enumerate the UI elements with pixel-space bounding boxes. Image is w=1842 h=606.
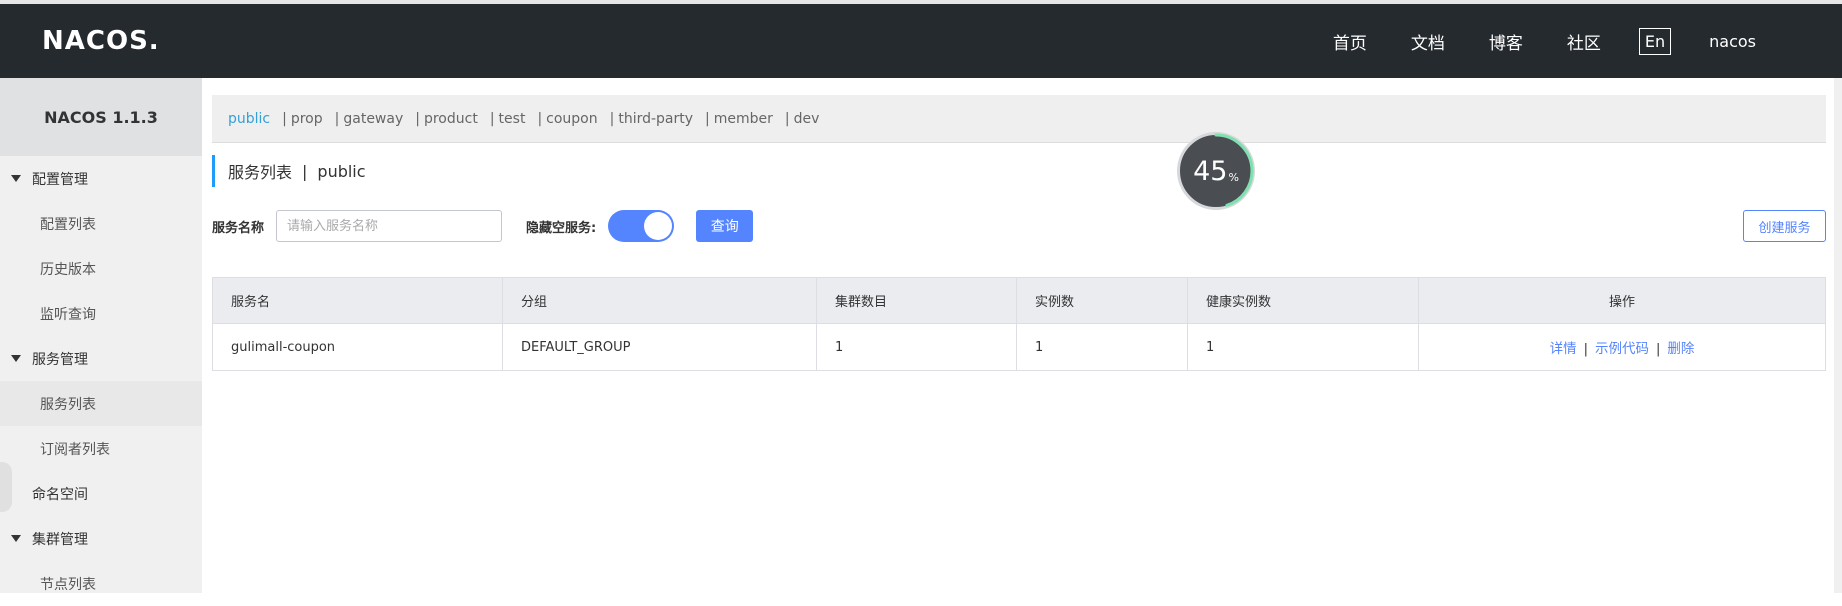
namespace-third-party[interactable]: third-party: [618, 111, 693, 127]
page-title-text: 服务列表: [228, 163, 293, 182]
cell-instances: 1: [1016, 323, 1188, 371]
delete-link[interactable]: 删除: [1667, 341, 1694, 357]
cell-clusters: 1: [816, 323, 1017, 371]
namespace-separator: |: [282, 110, 287, 127]
sidebar-collapse-handle[interactable]: [0, 462, 12, 512]
nacos-logo[interactable]: NACOS.: [42, 26, 160, 56]
progress-unit: %: [1228, 170, 1239, 184]
sidebar-item-node-list[interactable]: 节点列表: [0, 561, 202, 606]
language-toggle[interactable]: En: [1638, 27, 1672, 55]
user-menu[interactable]: nacos: [1709, 32, 1756, 51]
nav-home[interactable]: 首页: [1333, 29, 1367, 54]
namespace-separator: |: [705, 110, 710, 127]
sidebar-item-listener-query[interactable]: 监听查询: [0, 291, 202, 336]
search-bar: 服务名称 隐藏空服务: 查询 创建服务: [212, 210, 1826, 242]
page-title: 服务列表 | public: [212, 155, 366, 187]
namespace-prop[interactable]: prop: [291, 111, 323, 127]
namespace-gateway[interactable]: gateway: [343, 111, 403, 127]
progress-ring-widget[interactable]: 45 %: [1177, 132, 1255, 210]
progress-value: 45: [1193, 155, 1228, 187]
op-separator: |: [1656, 342, 1661, 357]
service-name-label: 服务名称: [212, 220, 265, 236]
namespace-separator: |: [609, 110, 615, 127]
sidebar: NACOS 1.1.3 配置管理 配置列表 历史版本 监听查询 服务管理 服务列…: [0, 78, 202, 593]
namespace-product[interactable]: product: [424, 111, 478, 127]
sidebar-group-label: 集群管理: [32, 531, 88, 548]
caret-down-icon: [11, 355, 21, 362]
detail-link[interactable]: 详情: [1550, 341, 1577, 357]
caret-down-icon: [11, 175, 21, 182]
col-group: 分组: [502, 277, 817, 324]
table-row: gulimall-coupon DEFAULT_GROUP 1 1 1 详情 | 示…: [212, 323, 1826, 371]
query-button[interactable]: 查询: [696, 210, 754, 242]
hide-empty-toggle[interactable]: [608, 210, 675, 242]
top-nav: 首页 文档 博客 社区 En nacos: [1289, 4, 1756, 78]
namespace-test[interactable]: test: [499, 111, 526, 127]
cell-operations: 详情 | 示例代码 | 删除: [1418, 323, 1826, 371]
namespace-separator: |: [537, 110, 543, 127]
col-instances: 实例数: [1016, 277, 1188, 324]
sidebar-item-namespace[interactable]: 命名空间: [0, 471, 202, 516]
op-separator: |: [1583, 342, 1588, 357]
cell-group: DEFAULT_GROUP: [502, 323, 817, 371]
cell-healthy: 1: [1187, 323, 1419, 371]
version-title: NACOS 1.1.3: [0, 78, 202, 156]
service-table: 服务名 分组 集群数目 实例数 健康实例数 操作 gulimall-coupon…: [212, 277, 1826, 371]
namespace-coupon[interactable]: coupon: [546, 111, 597, 127]
logo-text: NACOS.: [42, 26, 160, 56]
hide-empty-label: 隐藏空服务:: [526, 220, 597, 236]
service-name-input[interactable]: [276, 210, 503, 242]
namespace-separator: |: [784, 110, 790, 127]
sidebar-group-config[interactable]: 配置管理: [0, 156, 202, 201]
cell-service-name: gulimall-coupon: [212, 323, 503, 371]
namespace-separator: |: [489, 110, 495, 127]
col-clusters: 集群数目: [816, 277, 1017, 324]
create-service-button[interactable]: 创建服务: [1743, 210, 1826, 242]
nav-docs[interactable]: 文档: [1411, 29, 1445, 54]
namespace-member[interactable]: member: [714, 111, 773, 127]
page-scrollbar[interactable]: [1834, 78, 1842, 593]
sidebar-group-service[interactable]: 服务管理: [0, 336, 202, 381]
col-operations: 操作: [1418, 277, 1826, 324]
table-header-row: 服务名 分组 集群数目 实例数 健康实例数 操作: [212, 277, 1826, 324]
namespace-public[interactable]: public: [228, 111, 270, 127]
sidebar-group-cluster[interactable]: 集群管理: [0, 516, 202, 561]
nav-community[interactable]: 社区: [1567, 29, 1601, 54]
sidebar-group-label: 服务管理: [32, 351, 88, 368]
sidebar-item-history[interactable]: 历史版本: [0, 246, 202, 291]
namespace-dev[interactable]: dev: [794, 111, 820, 127]
caret-down-icon: [11, 535, 21, 542]
sidebar-item-service-list[interactable]: 服务列表: [0, 381, 202, 426]
namespace-separator: |: [334, 110, 340, 127]
title-divider: |: [302, 161, 308, 181]
sidebar-item-subscriber-list[interactable]: 订阅者列表: [0, 426, 202, 471]
namespace-separator: |: [415, 110, 420, 127]
sample-code-link[interactable]: 示例代码: [1595, 341, 1649, 357]
sidebar-item-config-list[interactable]: 配置列表: [0, 201, 202, 246]
col-healthy-instances: 健康实例数: [1187, 277, 1419, 324]
nav-blog[interactable]: 博客: [1489, 29, 1523, 54]
toggle-knob: [644, 212, 673, 240]
page-title-namespace: public: [317, 161, 366, 181]
sidebar-group-label: 配置管理: [32, 171, 88, 188]
namespace-bar: public | prop | gateway | product | test…: [212, 95, 1826, 143]
col-service-name: 服务名: [212, 277, 503, 324]
